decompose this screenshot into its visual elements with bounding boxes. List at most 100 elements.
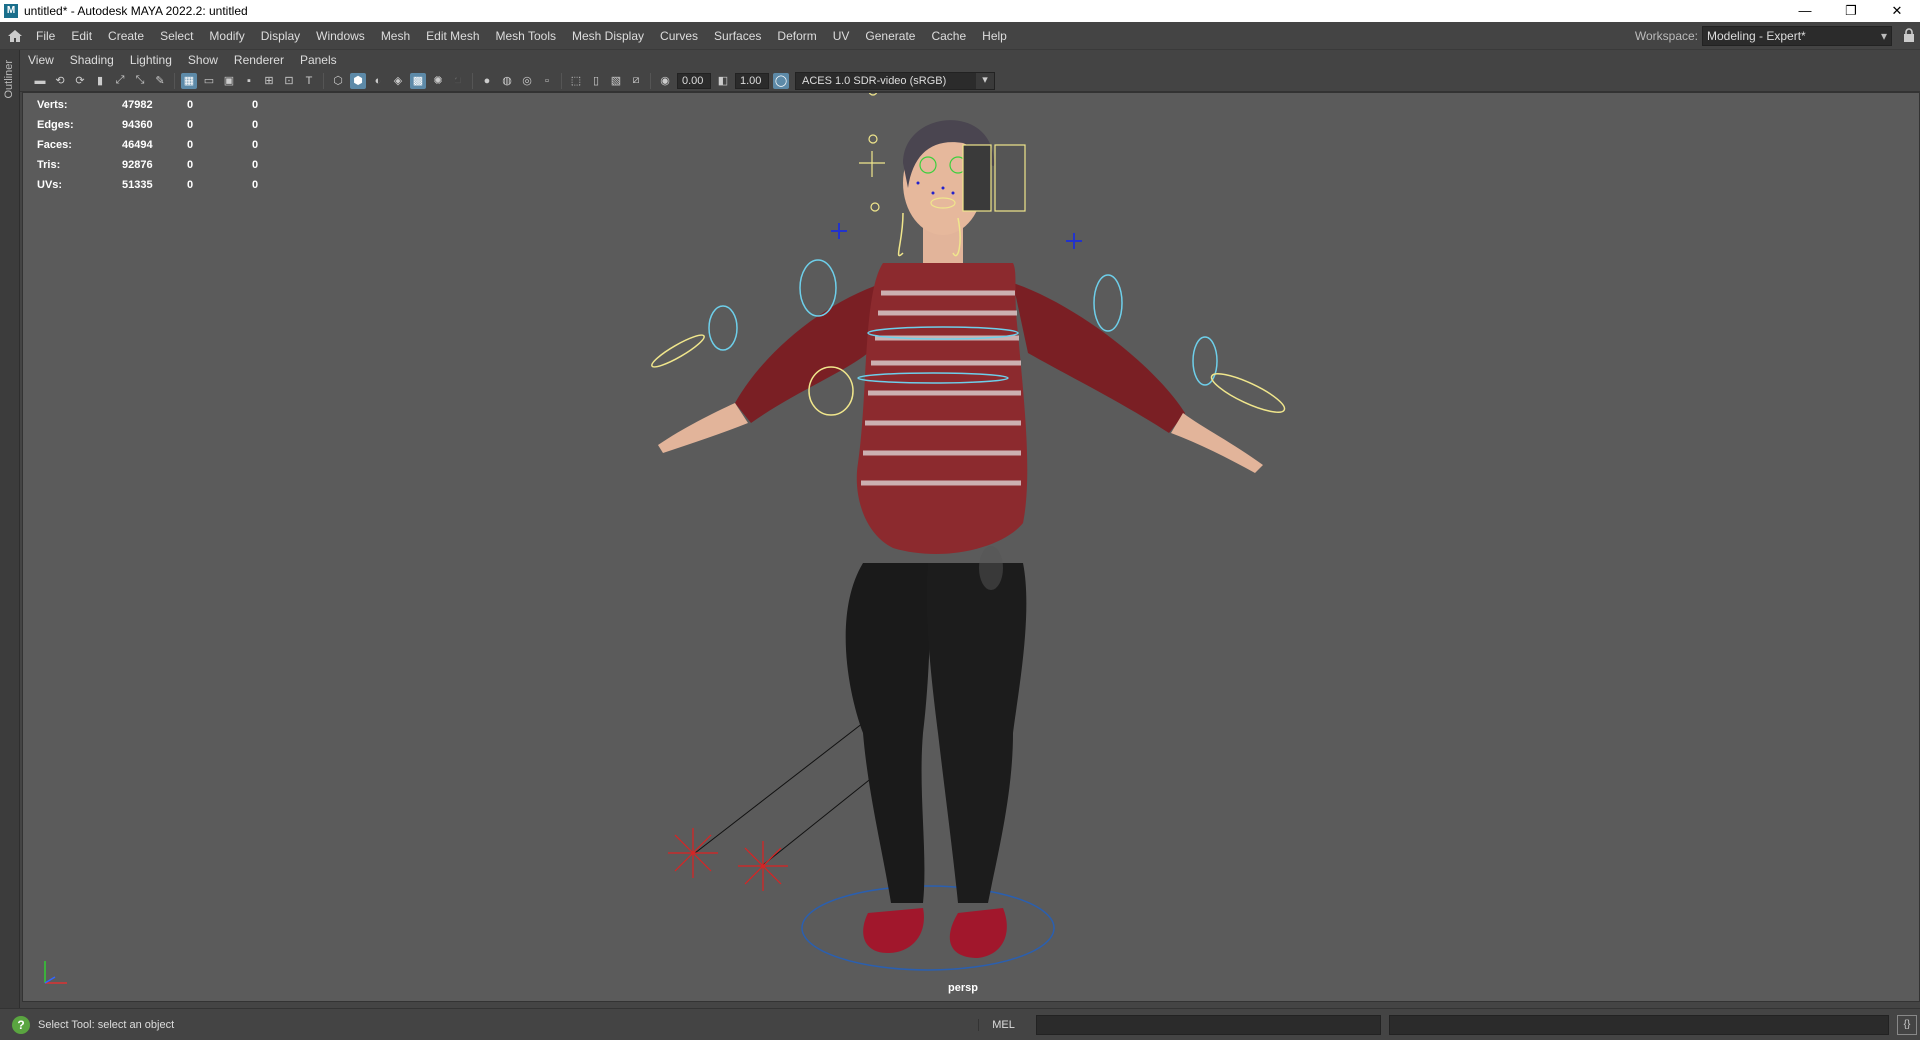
script-editor-icon[interactable]: {} <box>1897 1014 1917 1035</box>
hud-row-tris: Tris: 92876 0 0 <box>37 155 282 175</box>
menu-mesh[interactable]: Mesh <box>373 22 418 50</box>
menu-windows[interactable]: Windows <box>308 22 373 50</box>
view-axis-icon <box>44 961 67 984</box>
gamma-field[interactable]: 1.00 <box>735 72 769 89</box>
scene-canvas[interactable] <box>23 93 1920 1002</box>
hud-value: 0 <box>187 179 194 191</box>
toolbar-divider <box>561 72 562 89</box>
view-transform-dropdown[interactable]: ACES 1.0 SDR-video (sRGB) ▾ <box>795 71 995 90</box>
grease-pencil-icon[interactable]: ✎ <box>152 73 168 89</box>
menu-select[interactable]: Select <box>152 22 201 50</box>
viewport-persp[interactable]: Verts: 47982 0 0 Edges: 94360 0 0 Faces:… <box>22 92 1920 1002</box>
command-language-toggle[interactable]: MEL <box>978 1018 1028 1031</box>
help-icon: ? <box>12 1015 30 1034</box>
safe-action-icon[interactable]: ⊡ <box>281 73 297 89</box>
command-line-input[interactable] <box>1036 1014 1381 1035</box>
knee-locator-left <box>668 828 718 878</box>
menu-create[interactable]: Create <box>100 22 152 50</box>
grid-icon[interactable]: ▦ <box>181 72 197 89</box>
menu-generate[interactable]: Generate <box>857 22 923 50</box>
field-chart-icon[interactable]: ⊞ <box>261 73 277 89</box>
main-menubar: File Edit Create Select Modify Display W… <box>0 22 1920 50</box>
panel-menu-panels[interactable]: Panels <box>292 53 345 67</box>
bookmark-flag-icon[interactable]: ▮ <box>92 73 108 89</box>
outliner-tab[interactable]: Outliner <box>3 60 15 99</box>
xray-icon[interactable]: ▯ <box>588 73 604 89</box>
menu-curves[interactable]: Curves <box>652 22 706 50</box>
hud-value: 0 <box>252 99 259 111</box>
right-hand <box>1171 413 1263 473</box>
hud-value: 0 <box>252 179 259 191</box>
poly-count-hud: Verts: 47982 0 0 Edges: 94360 0 0 Faces:… <box>37 95 282 195</box>
xray-joints-icon[interactable]: ▧ <box>608 73 624 89</box>
panel-menu-lighting[interactable]: Lighting <box>122 53 180 67</box>
exposure-icon[interactable]: ◉ <box>657 73 673 89</box>
gamma-icon[interactable]: ◧ <box>715 73 731 89</box>
resolution-gate-icon[interactable]: ▣ <box>221 73 237 89</box>
smooth-shade-icon[interactable]: ⬢ <box>350 72 366 89</box>
film-gate-icon[interactable]: ▭ <box>201 73 217 89</box>
bookmark-icon[interactable]: ⟳ <box>72 73 88 89</box>
chevron-down-icon: ▾ <box>976 72 994 89</box>
menu-help[interactable]: Help <box>974 22 1015 50</box>
minimize-button[interactable]: — <box>1782 0 1828 22</box>
workspace-dropdown[interactable]: Modeling - Expert* ▾ <box>1702 26 1892 46</box>
shadows-icon[interactable]: ◾ <box>450 73 466 89</box>
gate-mask-icon[interactable]: ▪ <box>241 73 257 89</box>
command-line-result <box>1389 1014 1889 1035</box>
xray-components-icon[interactable]: ⧄ <box>628 73 644 89</box>
wireframe-icon[interactable]: ⬡ <box>330 73 346 89</box>
menu-surfaces[interactable]: Surfaces <box>706 22 769 50</box>
panel-menu-show[interactable]: Show <box>180 53 226 67</box>
exposure-field[interactable]: 0.00 <box>677 72 711 89</box>
safe-title-icon[interactable]: T <box>301 73 317 89</box>
textured-icon[interactable]: ▩ <box>410 72 426 89</box>
menu-file[interactable]: File <box>28 22 63 50</box>
hud-value: 0 <box>187 99 194 111</box>
wireframe-on-shaded-icon[interactable]: ◈ <box>390 73 406 89</box>
motion-blur-icon[interactable]: ◍ <box>499 73 515 89</box>
hud-label: Edges: <box>37 119 74 131</box>
two-d-pan-icon[interactable]: ⤡ <box>132 73 148 89</box>
hud-value: 0 <box>252 139 259 151</box>
toolbar-divider <box>174 72 175 89</box>
menu-uv[interactable]: UV <box>825 22 858 50</box>
color-management-icon[interactable]: ◯ <box>773 72 789 89</box>
select-camera-icon[interactable]: ▬ <box>32 73 48 89</box>
pole-vector-line <box>694 722 864 854</box>
hud-value: 0 <box>187 119 194 131</box>
home-icon[interactable] <box>2 24 28 48</box>
lights-icon[interactable]: ✺ <box>430 73 446 89</box>
hud-label: Faces: <box>37 139 72 151</box>
lock-icon[interactable] <box>1898 27 1920 45</box>
panel-menu-shading[interactable]: Shading <box>62 53 122 67</box>
depth-of-field-icon[interactable]: ▫ <box>539 73 555 89</box>
camera-attributes-icon[interactable]: ⟲ <box>52 73 68 89</box>
hud-row-uvs: UVs: 51335 0 0 <box>37 175 282 195</box>
anti-aliasing-icon[interactable]: ◎ <box>519 73 535 89</box>
menu-edit-mesh[interactable]: Edit Mesh <box>418 22 487 50</box>
hud-row-faces: Faces: 46494 0 0 <box>37 135 282 155</box>
close-button[interactable]: ✕ <box>1874 0 1920 22</box>
menu-cache[interactable]: Cache <box>923 22 974 50</box>
panel-menu-renderer[interactable]: Renderer <box>226 53 292 67</box>
right-shoe <box>949 908 1007 958</box>
panel-menu-view[interactable]: View <box>20 53 62 67</box>
hud-value: 0 <box>252 119 259 131</box>
left-shoe <box>863 908 924 953</box>
isolate-select-icon[interactable]: ⬚ <box>568 73 584 89</box>
chevron-down-icon: ▾ <box>1880 29 1887 43</box>
menu-display[interactable]: Display <box>253 22 308 50</box>
ambient-occlusion-icon[interactable]: ● <box>479 73 495 89</box>
left-side-strip: Outliner <box>0 50 20 1008</box>
maya-app-icon: M <box>4 4 18 18</box>
image-plane-icon[interactable]: ⤢ <box>112 73 128 89</box>
default-material-icon[interactable]: ◐ <box>370 73 386 89</box>
menu-modify[interactable]: Modify <box>201 22 252 50</box>
menu-deform[interactable]: Deform <box>769 22 824 50</box>
restore-button[interactable]: ❐ <box>1828 0 1874 22</box>
menu-mesh-display[interactable]: Mesh Display <box>564 22 652 50</box>
camera-name-label: persp <box>948 982 978 994</box>
menu-edit[interactable]: Edit <box>63 22 100 50</box>
menu-mesh-tools[interactable]: Mesh Tools <box>488 22 564 50</box>
